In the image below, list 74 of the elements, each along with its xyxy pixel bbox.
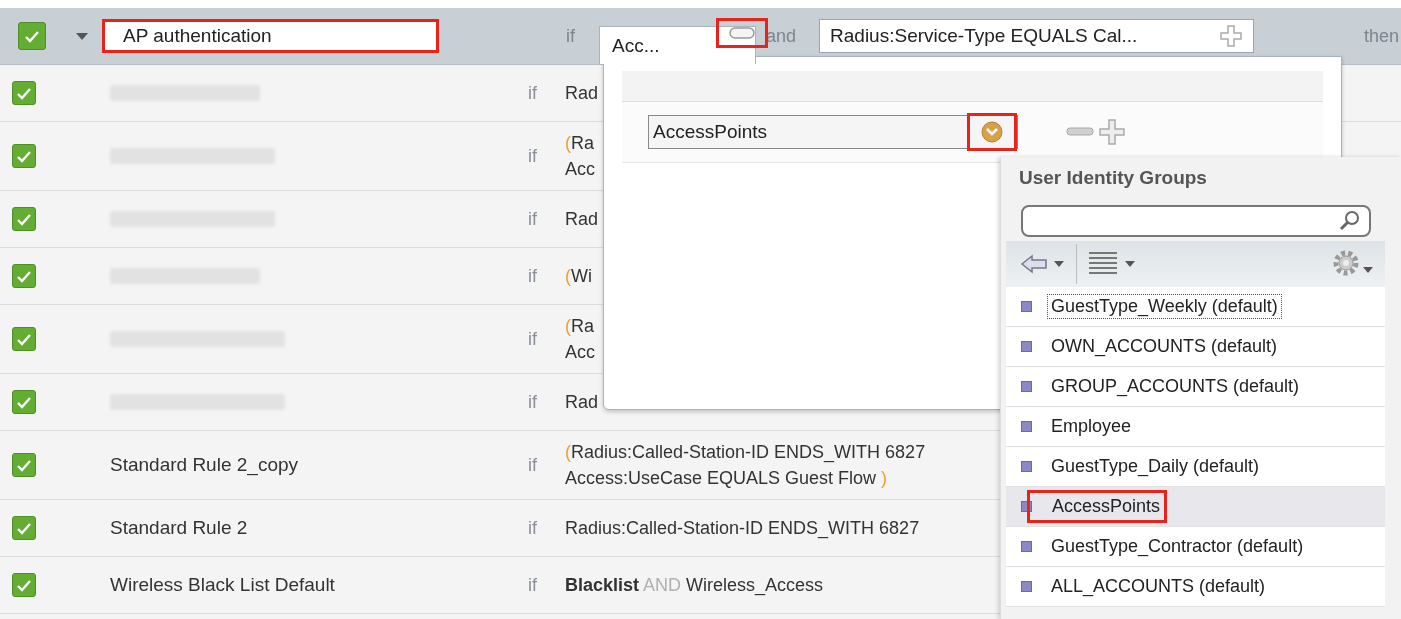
remove-condition-button[interactable] bbox=[716, 18, 768, 48]
checkbox[interactable] bbox=[12, 573, 36, 597]
caret-icon[interactable] bbox=[76, 32, 88, 40]
check-icon bbox=[16, 269, 32, 283]
rule-name: Wireless Black List Default bbox=[110, 574, 336, 596]
if-label: if bbox=[566, 25, 575, 47]
checkbox[interactable] bbox=[12, 207, 36, 231]
check-icon bbox=[16, 86, 32, 100]
group-icon bbox=[1021, 341, 1032, 352]
panel-title: User Identity Groups bbox=[1019, 167, 1208, 189]
minus-icon bbox=[729, 27, 755, 39]
checkbox[interactable] bbox=[12, 516, 36, 540]
then-label: then bbox=[1363, 25, 1399, 47]
if-label: if bbox=[528, 265, 538, 287]
rule-name-field[interactable]: AP authentication bbox=[102, 19, 439, 53]
minus-icon[interactable] bbox=[1066, 127, 1094, 137]
checkbox[interactable] bbox=[12, 144, 36, 168]
condition-text: (Ra Acc bbox=[565, 132, 595, 181]
condition-text: Rad bbox=[565, 208, 599, 231]
back-arrow-icon[interactable] bbox=[1020, 254, 1066, 274]
rule-name: Standard Rule 2_copy bbox=[110, 454, 299, 476]
group-icon bbox=[1021, 501, 1032, 512]
if-label: if bbox=[528, 145, 538, 167]
checkbox[interactable] bbox=[12, 327, 36, 351]
group-list-item[interactable]: OWN_ACCOUNTS (default) bbox=[1006, 327, 1385, 367]
group-list-item[interactable]: Employee bbox=[1006, 407, 1385, 447]
group-list-item[interactable]: AccessPoints bbox=[1006, 487, 1385, 527]
if-label: if bbox=[528, 208, 538, 230]
if-label: if bbox=[528, 328, 538, 350]
if-label: if bbox=[528, 574, 538, 596]
check-icon bbox=[24, 29, 40, 43]
operator-label: and bbox=[766, 25, 797, 47]
list-view-icon[interactable] bbox=[1087, 251, 1137, 277]
check-icon bbox=[16, 458, 32, 472]
group-list-item[interactable]: GuestType_Weekly (default) bbox=[1006, 287, 1385, 327]
if-label: if bbox=[528, 454, 538, 476]
condition-text: (Ra Acc bbox=[565, 315, 595, 364]
group-list-item[interactable]: ALL_ACCOUNTS (default) bbox=[1006, 567, 1385, 607]
checkbox[interactable] bbox=[12, 264, 36, 288]
checkbox[interactable] bbox=[12, 81, 36, 105]
chevron-down-icon bbox=[981, 121, 1003, 143]
condition-text: Rad bbox=[565, 82, 599, 105]
check-icon bbox=[16, 521, 32, 535]
check-icon bbox=[16, 332, 32, 346]
checkbox[interactable] bbox=[12, 390, 36, 414]
check-icon bbox=[16, 578, 32, 592]
group-icon bbox=[1021, 541, 1032, 552]
check-icon bbox=[16, 212, 32, 226]
if-label: if bbox=[528, 517, 538, 539]
condition-text: (Wi bbox=[565, 265, 592, 288]
checkbox[interactable] bbox=[12, 453, 36, 477]
checkbox[interactable] bbox=[18, 22, 46, 50]
check-icon bbox=[16, 395, 32, 409]
group-list-item[interactable]: GROUP_ACCOUNTS (default) bbox=[1006, 367, 1385, 407]
group-list-item[interactable]: GuestType_Contractor (default) bbox=[1006, 527, 1385, 567]
group-icon bbox=[1021, 421, 1032, 432]
condition-text: Blacklist AND Wireless_Access bbox=[565, 574, 824, 598]
group-icon bbox=[1021, 381, 1032, 392]
group-list-item[interactable]: GuestType_Daily (default) bbox=[1006, 447, 1385, 487]
group-icon bbox=[1021, 581, 1032, 592]
search-field[interactable] bbox=[1021, 205, 1371, 237]
group-icon bbox=[1021, 461, 1032, 472]
condition-text: (Radius:Called-Station-ID ENDS_WITH 6827 Access:UseCase EQUALS Guest Flow ) bbox=[565, 441, 926, 490]
check-icon bbox=[16, 149, 32, 163]
if-label: if bbox=[528, 391, 538, 413]
if-label: if bbox=[528, 82, 538, 104]
dropdown-button[interactable] bbox=[967, 113, 1017, 151]
condition-field[interactable]: Radius:Service-Type EQUALS Cal... bbox=[819, 19, 1255, 53]
group-dropdown[interactable]: AccessPoints bbox=[648, 115, 1018, 149]
rule-name: Standard Rule 2 bbox=[110, 517, 249, 539]
condition-text: Radius:Called-Station-ID ENDS_WITH 6827 bbox=[565, 517, 920, 541]
group-icon bbox=[1021, 301, 1032, 312]
condition-text: Rad bbox=[565, 391, 599, 414]
search-icon[interactable] bbox=[1339, 210, 1361, 232]
